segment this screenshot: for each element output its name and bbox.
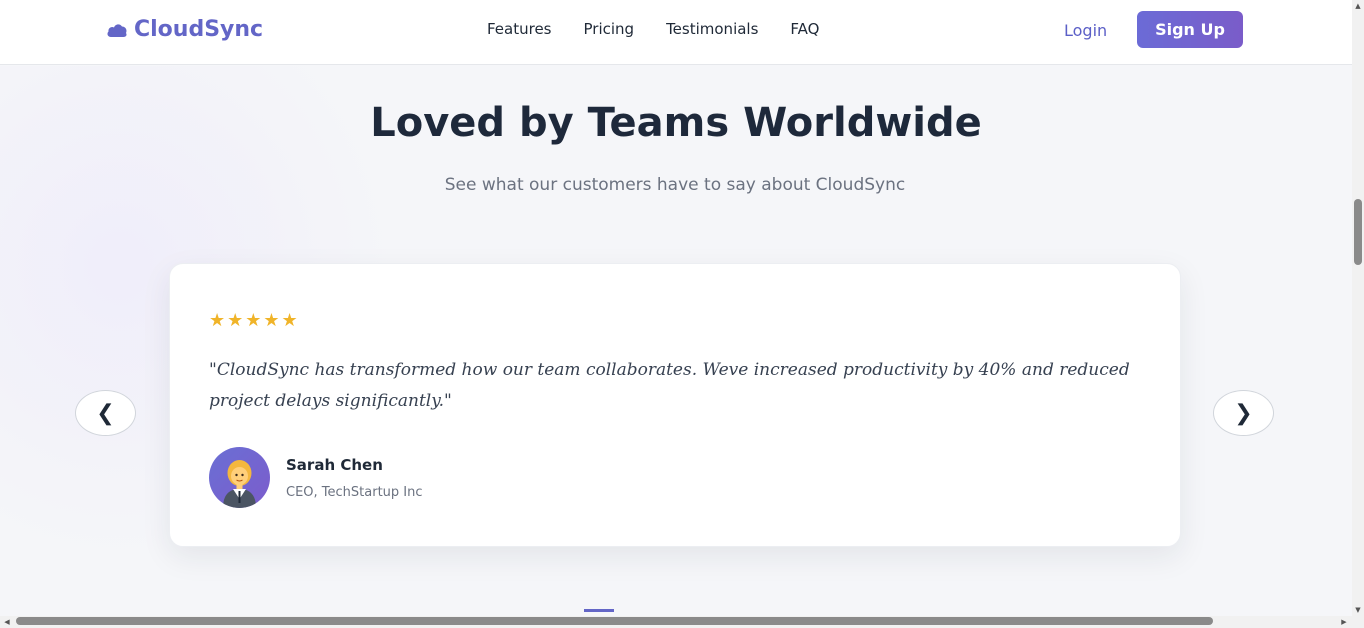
- navbar: CloudSync Features Pricing Testimonials …: [0, 0, 1352, 65]
- cloud-icon: [106, 22, 128, 38]
- signup-button[interactable]: Sign Up: [1137, 11, 1243, 48]
- horizontal-scrollbar[interactable]: ◀ ▶: [0, 616, 1352, 628]
- chevron-right-icon: ❯: [1234, 400, 1253, 426]
- chevron-left-icon: ❮: [96, 400, 115, 426]
- section-title: Loved by Teams Worldwide: [370, 100, 982, 146]
- vertical-scrollbar[interactable]: ▲ ▼: [1352, 0, 1364, 628]
- author-name: Sarah Chen: [286, 456, 383, 474]
- author-role: CEO, TechStartup Inc: [286, 485, 423, 500]
- nav-link-features[interactable]: Features: [487, 20, 552, 38]
- vertical-scrollbar-thumb[interactable]: [1354, 199, 1362, 265]
- star-rating: ★★★★★: [209, 310, 300, 331]
- nav-link-pricing[interactable]: Pricing: [584, 20, 635, 38]
- carousel-prev-button[interactable]: ❮: [75, 390, 136, 436]
- testimonial-card: ★★★★★ "CloudSync has transformed how our…: [169, 263, 1181, 547]
- scroll-left-arrow-icon[interactable]: ◀: [3, 618, 11, 626]
- brand-logo[interactable]: CloudSync: [106, 17, 263, 42]
- nav-link-testimonials[interactable]: Testimonials: [666, 20, 758, 38]
- horizontal-scrollbar-thumb[interactable]: [16, 617, 1213, 625]
- section-subtitle: See what our customers have to say about…: [444, 175, 906, 195]
- scroll-up-arrow-icon[interactable]: ▲: [1354, 2, 1362, 10]
- carousel-indicator-active[interactable]: [584, 609, 614, 612]
- carousel-next-button[interactable]: ❯: [1213, 390, 1274, 436]
- main-nav: Features Pricing Testimonials FAQ: [487, 20, 819, 38]
- testimonial-quote: "CloudSync has transformed how our team …: [209, 360, 1130, 411]
- nav-link-faq[interactable]: FAQ: [790, 20, 819, 38]
- woman-office-worker-icon: [209, 460, 270, 508]
- avatar: [209, 447, 270, 508]
- brand-name: CloudSync: [134, 17, 264, 42]
- login-link[interactable]: Login: [1064, 21, 1107, 40]
- scroll-right-arrow-icon[interactable]: ▶: [1340, 618, 1348, 626]
- scroll-down-arrow-icon[interactable]: ▼: [1354, 606, 1362, 614]
